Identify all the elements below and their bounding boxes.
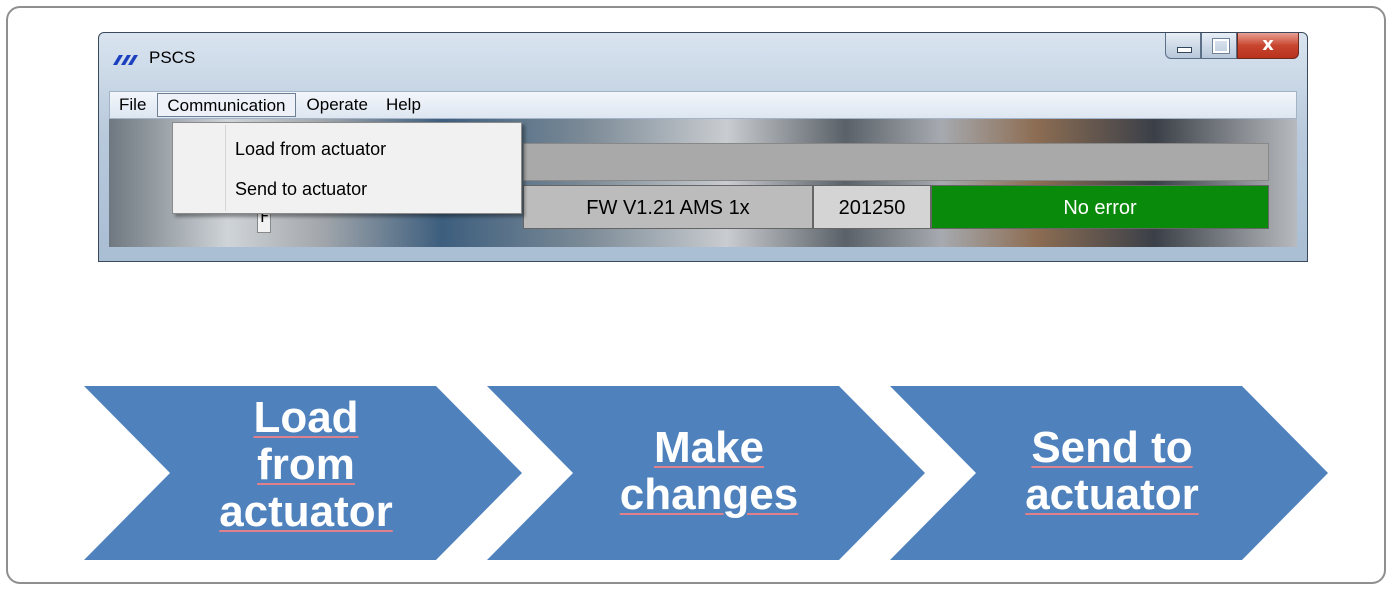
title-bar: PSCS x xyxy=(99,33,1307,83)
close-icon: x xyxy=(1262,34,1274,55)
header-panel xyxy=(523,143,1269,181)
menu-file[interactable]: File xyxy=(110,93,155,117)
step-changes-label: Make changes xyxy=(579,424,839,518)
step-send-line-1: Send to xyxy=(1031,423,1193,472)
step-load-chevron: Load from actuator xyxy=(84,386,524,560)
step-load-line-3: actuator xyxy=(219,487,393,536)
window-controls: x xyxy=(1165,33,1299,61)
step-send-line-2: actuator xyxy=(1025,470,1199,519)
serial-number: 201250 xyxy=(813,185,931,229)
step-load-line-2: from xyxy=(257,440,355,489)
window-title: PSCS xyxy=(149,48,196,67)
menu-bar: File Communication Operate Help xyxy=(109,91,1297,119)
menu-help[interactable]: Help xyxy=(377,93,430,117)
minimize-icon xyxy=(1177,47,1192,53)
minimize-button[interactable] xyxy=(1165,33,1201,59)
maximize-button[interactable] xyxy=(1201,33,1237,59)
menu-load-from-actuator[interactable]: Load from actuator xyxy=(235,136,386,162)
step-changes-line-2: changes xyxy=(619,470,799,519)
pscs-logo-icon xyxy=(113,55,138,65)
communication-dropdown: Load from actuator Send to actuator xyxy=(172,122,522,214)
maximize-icon xyxy=(1212,38,1230,54)
menu-communication[interactable]: Communication xyxy=(157,93,296,117)
close-button[interactable]: x xyxy=(1237,33,1299,59)
firmware-version: FW V1.21 AMS 1x xyxy=(523,185,813,229)
step-load-label: Load from actuator xyxy=(176,394,436,535)
error-status: No error xyxy=(931,185,1269,229)
menu-operate[interactable]: Operate xyxy=(298,93,377,117)
step-send-label: Send to actuator xyxy=(982,424,1242,518)
step-changes-line-1: Make xyxy=(653,423,765,472)
step-changes-chevron: Make changes xyxy=(487,386,927,560)
menu-send-to-actuator[interactable]: Send to actuator xyxy=(235,176,367,202)
step-load-line-1: Load xyxy=(253,393,359,442)
step-send-chevron: Send to actuator xyxy=(890,386,1330,560)
